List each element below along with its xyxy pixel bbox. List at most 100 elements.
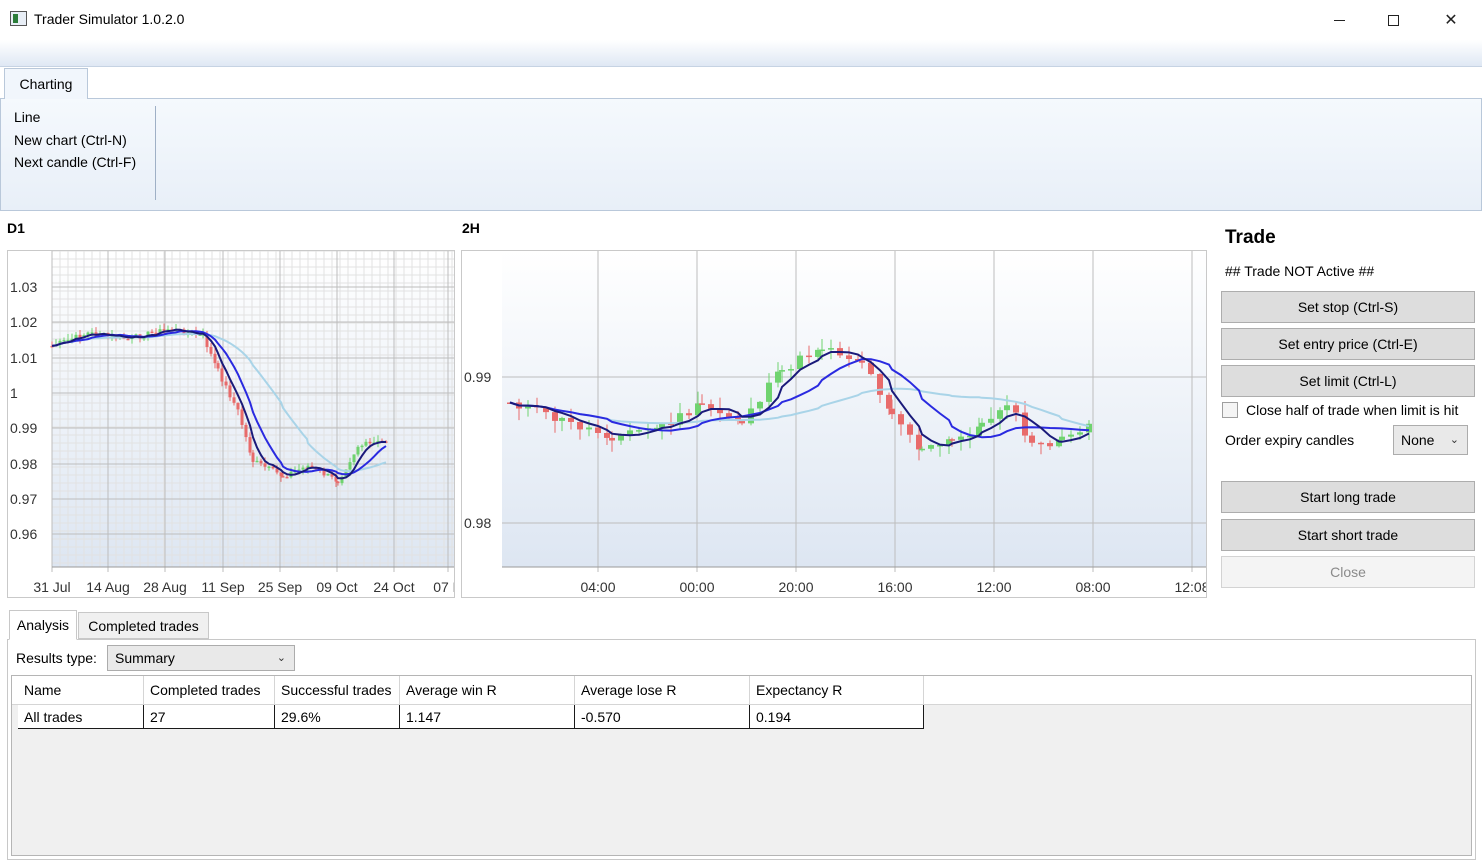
- cell-average-lose-r: -0.570: [575, 705, 750, 728]
- order-expiry-label: Order expiry candles: [1225, 432, 1355, 448]
- candle-down: [846, 355, 852, 360]
- x-tick-label: 08:00: [1075, 579, 1110, 595]
- candle-up: [958, 436, 964, 440]
- candle-down: [577, 421, 583, 430]
- menu-item-next-candle[interactable]: Next candle (Ctrl-F): [14, 151, 136, 174]
- candle-down: [1013, 405, 1019, 413]
- chart-2h-canvas[interactable]: 0.99 0.98 04:00 00:00 20:00 16:00 12:00 08:00 12…: [462, 251, 1206, 597]
- candle-down: [916, 434, 922, 450]
- chart-d1[interactable]: 1.03 1.02 1.01 1 0.99 0.98 0.97 0.96 31 Jul 14 Au…: [7, 250, 455, 598]
- candle-up: [1068, 434, 1074, 437]
- candle-up: [255, 460, 259, 463]
- tab-analysis[interactable]: Analysis: [9, 610, 77, 640]
- candle-down: [213, 353, 217, 364]
- x-tick-label: 12:00: [976, 579, 1011, 595]
- candle-down: [322, 470, 326, 476]
- y-tick-label: 0.96: [10, 526, 37, 542]
- start-short-trade-button[interactable]: Start short trade: [1221, 519, 1475, 551]
- window-title: Trader Simulator 1.0.2.0: [34, 11, 185, 27]
- tab-charting[interactable]: Charting: [4, 68, 88, 99]
- results-table: Name Completed trades Successful trades …: [11, 675, 1472, 856]
- candle-down: [336, 481, 340, 484]
- candle-up: [779, 370, 785, 372]
- candle-up: [788, 369, 794, 371]
- start-long-trade-button[interactable]: Start long trade: [1221, 481, 1475, 513]
- column-header-average-win-r[interactable]: Average win R: [400, 676, 575, 704]
- cell-completed-trades: 27: [144, 705, 275, 728]
- chart-title-d1: D1: [7, 220, 25, 236]
- candle-up: [326, 473, 330, 476]
- candle-down: [886, 394, 892, 409]
- candle-down: [595, 427, 601, 433]
- candle-down: [806, 355, 812, 358]
- ribbon-header: [0, 40, 1482, 67]
- candle-down: [604, 432, 610, 438]
- set-stop-button[interactable]: Set stop (Ctrl-S): [1221, 291, 1475, 323]
- ribbon-separator: [155, 106, 156, 200]
- candle-down: [240, 409, 244, 425]
- candle-up: [979, 422, 985, 427]
- candle-up: [1077, 432, 1083, 435]
- column-header-expectancy-r[interactable]: Expectancy R: [750, 676, 924, 704]
- candle-up: [1059, 436, 1065, 440]
- maximize-button[interactable]: [1370, 0, 1416, 40]
- results-type-select[interactable]: Summary ⌄: [107, 645, 295, 671]
- candle-down: [150, 331, 154, 334]
- set-entry-price-button[interactable]: Set entry price (Ctrl-E): [1221, 328, 1475, 360]
- close-half-option[interactable]: Close half of trade when limit is hit: [1222, 402, 1458, 418]
- table-row[interactable]: All trades 27 29.6% 1.147 -0.570 0.194: [18, 705, 924, 729]
- column-header-successful-trades[interactable]: Successful trades: [275, 676, 400, 704]
- candle-down: [568, 417, 574, 422]
- menu-item-new-chart[interactable]: New chart (Ctrl-N): [14, 129, 136, 152]
- candle-down: [368, 441, 372, 444]
- candle-up: [267, 466, 271, 469]
- candle-down: [248, 437, 252, 453]
- x-tick-label: 25 Sep: [258, 579, 303, 595]
- candle-down: [281, 476, 285, 478]
- candle-down: [209, 346, 213, 354]
- candle-up: [586, 427, 592, 430]
- candle-up: [301, 467, 305, 470]
- candle-up: [360, 445, 364, 448]
- y-tick-label: 0.98: [10, 456, 37, 472]
- chart-d1-canvas[interactable]: 1.03 1.02 1.01 1 0.99 0.98 0.97 0.96 31 Jul 14 Au…: [8, 251, 454, 597]
- candle-down: [126, 338, 130, 341]
- candle-up: [997, 410, 1003, 419]
- candle-up: [62, 340, 66, 342]
- candle-up: [364, 441, 368, 446]
- candle-down: [552, 412, 558, 421]
- candle-down: [877, 374, 883, 395]
- candle-down: [949, 439, 955, 441]
- results-type-label: Results type:: [16, 650, 97, 666]
- x-tick-label: 16:00: [877, 579, 912, 595]
- close-half-label: Close half of trade when limit is hit: [1246, 402, 1459, 418]
- close-window-button[interactable]: ✕: [1428, 0, 1474, 40]
- chart-2h[interactable]: 0.99 0.98 04:00 00:00 20:00 16:00 12:00 08:00 12…: [461, 250, 1207, 598]
- close-half-checkbox[interactable]: [1222, 402, 1238, 418]
- x-tick-label: 04:00: [580, 579, 615, 595]
- x-tick-label: 12:08: [1174, 579, 1206, 595]
- x-tick-label: 24 Oct: [373, 579, 414, 595]
- x-tick-label: 09 Oct: [316, 579, 357, 595]
- menu-item-line[interactable]: Line: [14, 106, 136, 129]
- plot-area: [502, 251, 1206, 567]
- ribbon-body: [0, 98, 1482, 211]
- candle-down: [609, 437, 615, 441]
- order-expiry-select[interactable]: None ⌄: [1393, 425, 1468, 455]
- candle-down: [162, 329, 166, 331]
- candle-down: [1047, 443, 1053, 447]
- column-header-name[interactable]: Name: [18, 676, 144, 704]
- set-limit-button[interactable]: Set limit (Ctrl-L): [1221, 365, 1475, 397]
- x-tick-label: 11 Sep: [201, 579, 245, 595]
- candle-down: [686, 413, 692, 416]
- y-tick-label: 0.99: [464, 369, 491, 385]
- trade-title: Trade: [1225, 227, 1276, 248]
- close-trade-button[interactable]: Close: [1221, 556, 1475, 588]
- column-header-average-lose-r[interactable]: Average lose R: [575, 676, 750, 704]
- candle-up: [988, 418, 994, 423]
- candle-down: [699, 403, 705, 405]
- minimize-button[interactable]: [1316, 0, 1362, 40]
- tab-completed-trades[interactable]: Completed trades: [78, 612, 209, 639]
- x-tick-label: 28 Aug: [143, 579, 187, 595]
- column-header-completed-trades[interactable]: Completed trades: [144, 676, 275, 704]
